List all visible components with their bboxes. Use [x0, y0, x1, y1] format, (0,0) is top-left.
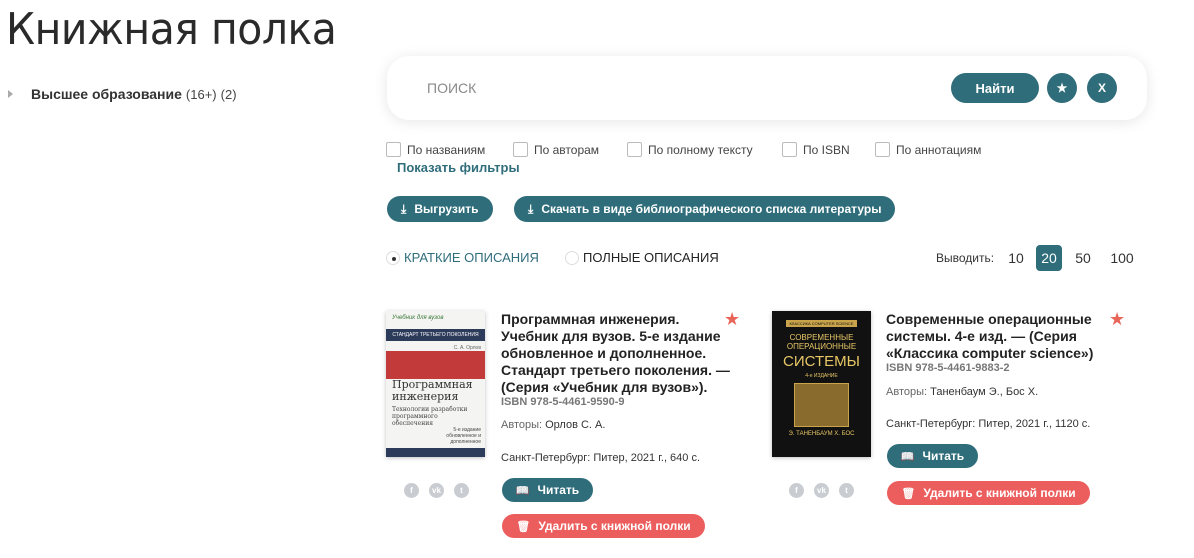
- cover-title-main: СИСТЕМЫ: [783, 353, 860, 370]
- read-button[interactable]: 📖 Читать: [887, 444, 978, 468]
- book-cover[interactable]: Учебник для вузов СТАНДАРТ ТРЕТЬЕГО ПОКО…: [386, 311, 485, 457]
- filter-by-author[interactable]: По авторам: [513, 142, 599, 157]
- sidebar-item-higher-education[interactable]: Высшее образование (16+) (2): [8, 86, 237, 102]
- view-full-radio[interactable]: ПОЛНЫЕ ОПИСАНИЯ: [565, 250, 719, 265]
- download-icon: ⤓: [401, 201, 407, 216]
- book-icon: 📖: [900, 450, 915, 463]
- book-cover[interactable]: КЛАССИКА COMPUTER SCIENCE СОВРЕМЕННЫЕ ОП…: [772, 311, 871, 457]
- vk-icon[interactable]: vk: [429, 483, 444, 498]
- checkbox[interactable]: [513, 142, 528, 157]
- authors-value: Орлов С. А.: [545, 419, 606, 431]
- read-button[interactable]: 📖 Читать: [502, 478, 593, 502]
- cover-title-top: СОВРЕМЕННЫЕ ОПЕРАЦИОННЫЕ: [786, 333, 857, 351]
- trash-icon: 🗑: [901, 487, 916, 500]
- cover-subtitle: Технологии разработки программного обесп…: [392, 406, 468, 427]
- filter-by-fulltext[interactable]: По полному тексту: [627, 142, 753, 157]
- cover-footer-band: [386, 448, 485, 457]
- category-age: (16+): [185, 86, 217, 102]
- star-icon: ★: [1056, 81, 1068, 95]
- favorite-star-icon[interactable]: ★: [724, 309, 740, 330]
- share-buttons: f vk t: [404, 483, 469, 498]
- checkbox[interactable]: [875, 142, 890, 157]
- checkbox-label: По ISBN: [803, 142, 850, 157]
- cover-edition: 4-е ИЗДАНИЕ: [805, 373, 838, 379]
- facebook-icon[interactable]: f: [789, 483, 804, 498]
- category-count: (2): [220, 86, 237, 102]
- search-input[interactable]: [427, 76, 907, 100]
- clear-search-button[interactable]: X: [1087, 73, 1117, 103]
- export-label: Выгрузить: [414, 202, 479, 216]
- favorites-star-button[interactable]: ★: [1047, 73, 1077, 103]
- cover-series: Учебник для вузов: [392, 315, 444, 321]
- download-bibliography-label: Скачать в виде библиографического списка…: [541, 202, 882, 216]
- radio-button[interactable]: [565, 250, 579, 265]
- checkbox[interactable]: [782, 142, 797, 157]
- remove-from-shelf-button[interactable]: 🗑 Удалить с книжной полки: [887, 481, 1090, 505]
- facebook-icon[interactable]: f: [404, 483, 419, 498]
- checkbox-label: По названиям: [407, 142, 486, 157]
- per-page-10[interactable]: 10: [1003, 245, 1029, 271]
- share-buttons: f vk t: [789, 483, 854, 498]
- download-icon: ⤓: [528, 201, 534, 216]
- favorite-star-icon[interactable]: ★: [1109, 309, 1125, 330]
- close-icon: X: [1097, 81, 1106, 95]
- checkbox-label: По аннотациям: [896, 142, 982, 157]
- cover-authors: Э. ТАНЕНБАУМ Х. БОС: [788, 431, 855, 437]
- per-page-50[interactable]: 50: [1070, 245, 1096, 271]
- per-page-100[interactable]: 100: [1107, 245, 1137, 271]
- cover-red-band: [386, 351, 485, 379]
- filter-by-isbn[interactable]: По ISBN: [782, 142, 850, 157]
- remove-from-shelf-button[interactable]: 🗑 Удалить с книжной полки: [502, 514, 705, 538]
- page-title: Книжная полка: [6, 4, 337, 55]
- book-icon: 📖: [515, 484, 530, 497]
- vk-icon[interactable]: vk: [814, 483, 829, 498]
- authors-label: Авторы:: [886, 386, 928, 398]
- book-title[interactable]: Современные операционные системы. 4-е из…: [886, 311, 1108, 362]
- search-panel: Найти ★ X: [387, 56, 1147, 120]
- checkbox-label: По полному тексту: [648, 142, 753, 157]
- cover-series: КЛАССИКА COMPUTER SCIENCE: [786, 320, 857, 327]
- view-short-radio[interactable]: КРАТКИЕ ОПИСАНИЯ: [386, 250, 539, 265]
- expand-arrow-icon[interactable]: [8, 90, 13, 98]
- checkbox[interactable]: [627, 142, 642, 157]
- remove-label: Удалить с книжной полки: [538, 519, 691, 533]
- book-cover-image: Учебник для вузов СТАНДАРТ ТРЕТЬЕГО ПОКО…: [386, 311, 485, 457]
- per-page-label: Выводить:: [936, 251, 995, 265]
- filter-by-annotation[interactable]: По аннотациям: [875, 142, 981, 157]
- book-authors: Авторы: Таненбаум Э., Бос Х.: [886, 386, 1038, 398]
- category-name: Высшее образование: [31, 86, 182, 102]
- read-label: Читать: [922, 449, 965, 463]
- book-publication: Санкт-Петербург: Питер, 2021 г., 1120 с.: [886, 418, 1091, 430]
- book-isbn: ISBN 978-5-4461-9590-9: [501, 396, 625, 408]
- per-page-20[interactable]: 20: [1036, 245, 1062, 271]
- radio-label: ПОЛНЫЕ ОПИСАНИЯ: [583, 250, 719, 265]
- radio-label: КРАТКИЕ ОПИСАНИЯ: [404, 250, 539, 265]
- cover-edition: 5-е издание обновленное и дополненное: [446, 427, 481, 445]
- twitter-icon[interactable]: t: [839, 483, 854, 498]
- show-filters-link[interactable]: Показать фильтры: [397, 160, 520, 175]
- authors-label: Авторы:: [501, 419, 543, 431]
- book-isbn: ISBN 978-5-4461-9883-2: [886, 362, 1010, 374]
- checkbox[interactable]: [386, 142, 401, 157]
- download-bibliography-button[interactable]: ⤓ Скачать в виде библиографического списк…: [514, 196, 896, 222]
- twitter-icon[interactable]: t: [454, 483, 469, 498]
- authors-value: Таненбаум Э., Бос Х.: [930, 386, 1039, 398]
- trash-icon: 🗑: [516, 520, 531, 533]
- radio-button[interactable]: [386, 250, 400, 265]
- export-button[interactable]: ⤓ Выгрузить: [387, 196, 493, 222]
- book-publication: Санкт-Петербург: Питер, 2021 г., 640 с.: [501, 452, 701, 464]
- book-cover-image: КЛАССИКА COMPUTER SCIENCE СОВРЕМЕННЫЕ ОП…: [772, 311, 871, 457]
- checkbox-label: По авторам: [534, 142, 600, 157]
- filter-by-title[interactable]: По названиям: [386, 142, 485, 157]
- cover-standard: СТАНДАРТ ТРЕТЬЕГО ПОКОЛЕНИЯ: [386, 329, 485, 341]
- read-label: Читать: [537, 483, 580, 497]
- cover-title: Программная инженерия: [392, 378, 473, 403]
- book-authors: Авторы: Орлов С. А.: [501, 419, 605, 431]
- cover-illustration: [794, 383, 849, 427]
- book-title[interactable]: Программная инженерия. Учебник для вузов…: [501, 311, 731, 396]
- find-button[interactable]: Найти: [951, 73, 1039, 103]
- remove-label: Удалить с книжной полки: [923, 486, 1076, 500]
